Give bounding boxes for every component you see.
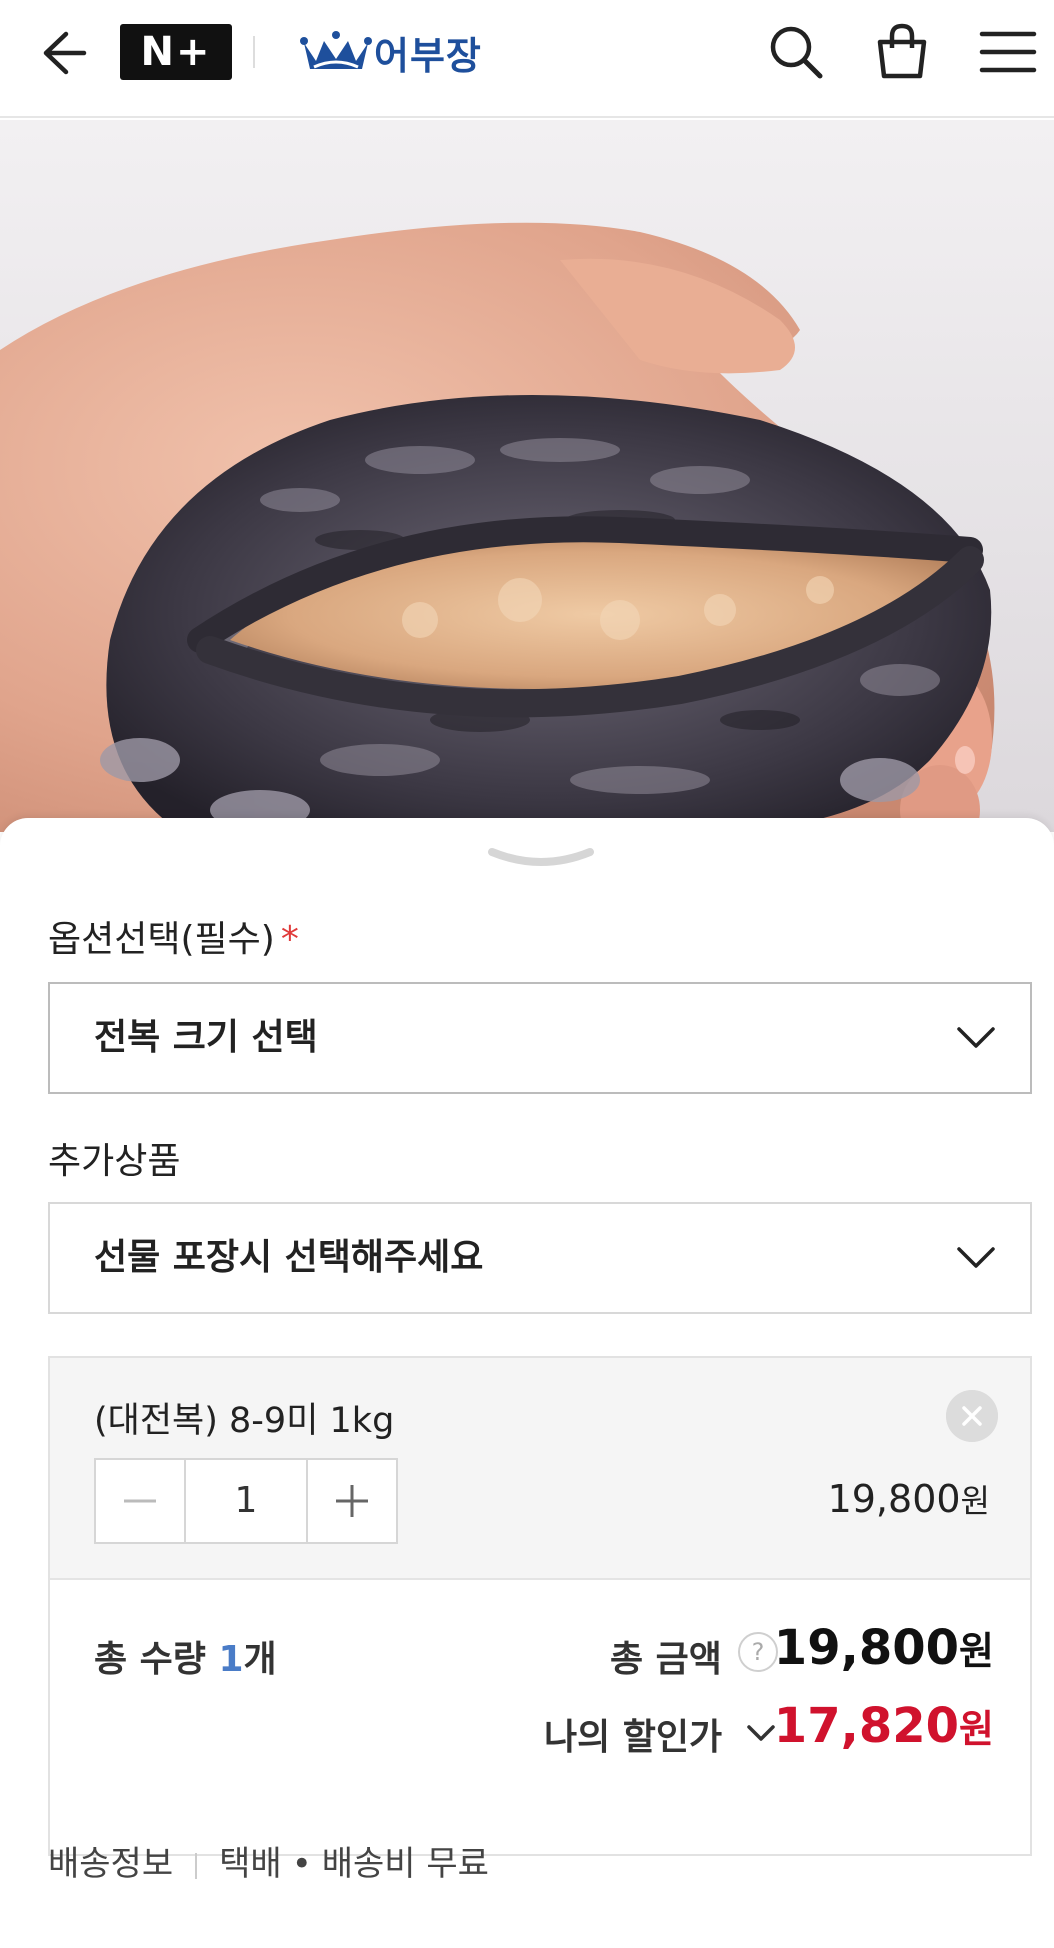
- back-arrow-icon[interactable]: [36, 26, 90, 80]
- brand-logo[interactable]: 어부장: [300, 24, 482, 80]
- crown-icon: [300, 31, 372, 69]
- item-price: 19,800원: [828, 1476, 990, 1522]
- shopping-bag-icon[interactable]: [870, 20, 934, 84]
- required-option-title: 옵션선택(필수): [48, 919, 275, 960]
- discount-price: 17,820원: [774, 1698, 994, 1754]
- shipping-dot-separator: •: [291, 1844, 312, 1884]
- top-header: N+ 어부장: [0, 0, 1054, 118]
- remove-item-icon[interactable]: [946, 1390, 998, 1442]
- total-amount-label: 총 금액: [610, 1639, 722, 1680]
- hamburger-menu-icon[interactable]: [976, 20, 1040, 84]
- increase-quantity-button[interactable]: [308, 1460, 396, 1542]
- size-select-dropdown[interactable]: 전복 크기 선택: [48, 982, 1032, 1094]
- selected-item-row: (대전복) 8-9미 1kg 1 19,800원: [50, 1358, 1030, 1580]
- total-quantity: 총 수량 1개: [94, 1630, 277, 1682]
- abalone-in-hand-illustration: [0, 120, 1054, 832]
- shipping-info-label: 배송정보: [48, 1844, 174, 1884]
- chevron-down-icon: [957, 1027, 995, 1048]
- collapse-chevron-icon[interactable]: [488, 846, 594, 876]
- total-amount-unit: 원: [959, 1629, 994, 1673]
- chevron-down-icon: [957, 1247, 995, 1268]
- total-quantity-suffix: 개: [243, 1639, 277, 1680]
- required-option-label: 옵션선택(필수) *: [48, 910, 299, 962]
- discount-price-unit: 원: [959, 1707, 994, 1751]
- header-divider: [253, 36, 255, 68]
- shipping-info: 배송정보 택배 • 배송비 무료: [48, 1836, 489, 1885]
- brand-name: 어부장: [374, 33, 482, 78]
- nplus-logo[interactable]: N+: [120, 24, 232, 80]
- gift-wrap-select-dropdown[interactable]: 선물 포장시 선택해주세요: [48, 1202, 1032, 1314]
- required-mark: *: [280, 919, 299, 960]
- product-image: [0, 120, 1054, 832]
- search-icon[interactable]: [764, 20, 828, 84]
- addon-label: 추가상품: [48, 1141, 181, 1182]
- total-quantity-prefix: 총 수량: [94, 1639, 219, 1680]
- shipping-method: 택배: [219, 1844, 282, 1884]
- discount-price-value: 17,820: [773, 1698, 960, 1754]
- chevron-down-icon[interactable]: [746, 1722, 776, 1744]
- decrease-quantity-button[interactable]: [96, 1460, 184, 1542]
- total-amount-value: 19,800: [773, 1620, 960, 1676]
- my-discount-price-toggle[interactable]: 나의 할인가: [544, 1708, 722, 1760]
- quantity-value[interactable]: 1: [184, 1460, 308, 1542]
- minus-icon: [124, 1499, 156, 1503]
- total-quantity-value: 1: [218, 1639, 244, 1680]
- help-icon[interactable]: ?: [738, 1632, 778, 1672]
- selected-item-name: (대전복) 8-9미 1kg: [94, 1401, 395, 1441]
- size-select-text: 전복 크기 선택: [94, 1017, 318, 1058]
- plus-icon: [336, 1485, 368, 1517]
- gift-wrap-select-text: 선물 포장시 선택해주세요: [94, 1237, 484, 1278]
- total-amount: 19,800원: [774, 1620, 994, 1676]
- shipping-divider: [195, 1852, 198, 1879]
- quantity-stepper: 1: [94, 1458, 398, 1544]
- product-option-page: N+ 어부장 옵션선택(필수) * 전복 크기 선택 추가상품 선물 포장시 선…: [0, 0, 1054, 1948]
- item-price-value: 19,800: [827, 1477, 961, 1521]
- option-bottom-sheet: 옵션선택(필수) * 전복 크기 선택 추가상품 선물 포장시 선택해주세요 (대…: [0, 818, 1054, 1948]
- selected-items-box: (대전복) 8-9미 1kg 1 19,800원 총 수량 1개 총 금액 ? …: [48, 1356, 1032, 1856]
- shipping-fee: 배송비 무료: [321, 1844, 489, 1884]
- item-price-unit: 원: [960, 1482, 990, 1520]
